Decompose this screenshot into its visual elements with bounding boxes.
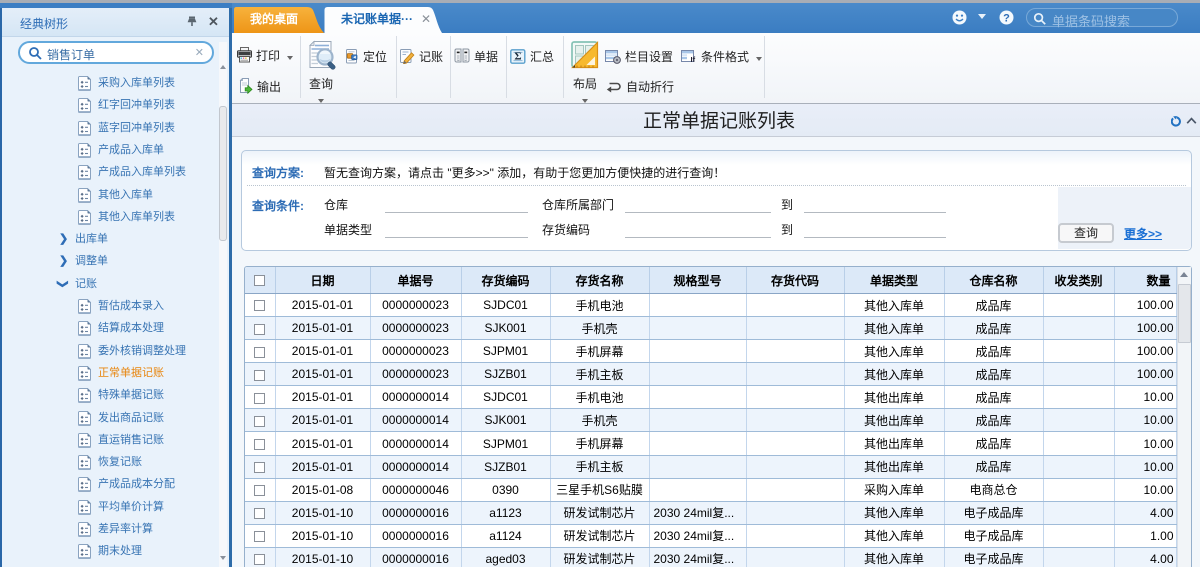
svg-text:If: If (691, 55, 696, 64)
svg-text:Σ: Σ (514, 51, 521, 63)
svg-text:?: ? (1003, 12, 1010, 24)
